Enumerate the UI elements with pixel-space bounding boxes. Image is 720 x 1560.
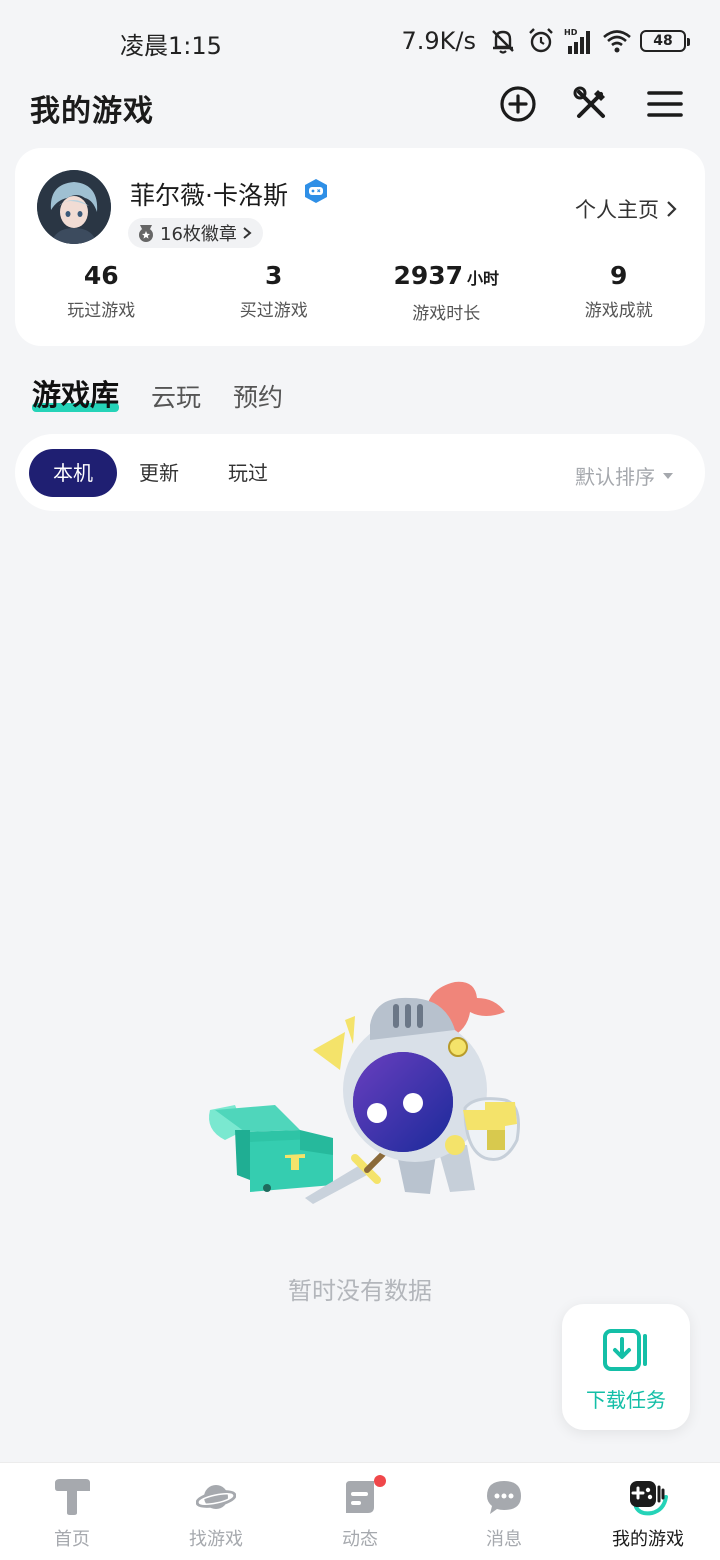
stat-value: 3 (265, 261, 283, 290)
bottom-nav: 首页 找游戏 动态 消息 我的游戏 (0, 1462, 720, 1560)
status-bar: 凌晨1:15 7.9K/s HD 48 (0, 0, 720, 80)
stat-value: 9 (610, 261, 628, 290)
stat-achievements[interactable]: 9 游戏成就 (533, 260, 706, 324)
notification-dot (374, 1475, 386, 1487)
stat-label: 游戏时长 (412, 304, 481, 324)
nav-messages[interactable]: 消息 (432, 1463, 576, 1560)
battery-indicator: 48 (640, 30, 690, 52)
verified-gamer-icon (305, 179, 327, 203)
main-tabs: 游戏库 云玩 预约 (32, 370, 283, 414)
caret-down-icon (663, 472, 673, 479)
medal-count: 16枚徽章 (160, 224, 237, 245)
tab-label: 游戏库 (32, 378, 120, 412)
profile-stats: 46 玩过游戏 3 买过游戏 2937 小时 游戏时长 9 游戏成就 (15, 260, 705, 324)
app-header: 我的游戏 (0, 78, 720, 134)
nav-my-games[interactable]: 我的游戏 (576, 1463, 720, 1560)
download-icon (603, 1329, 647, 1371)
nav-label: 首页 (54, 1529, 90, 1550)
download-task-label: 下载任务 (586, 1388, 666, 1412)
filter-updates[interactable]: 更新 (139, 449, 179, 497)
stat-played-games[interactable]: 46 玩过游戏 (15, 260, 188, 324)
tab-cloud-play[interactable]: 云玩 (151, 378, 201, 414)
avatar-image (37, 170, 111, 244)
nav-label: 动态 (342, 1529, 378, 1550)
filter-local[interactable]: 本机 (29, 449, 117, 497)
add-circle-icon[interactable] (498, 84, 538, 124)
menu-icon[interactable] (645, 84, 685, 124)
nav-label: 消息 (486, 1529, 522, 1550)
chevron-right-icon (667, 201, 677, 217)
empty-state-knight-illustration (209, 981, 520, 1204)
stat-bought-games[interactable]: 3 买过游戏 (188, 260, 361, 324)
tab-label: 云玩 (151, 383, 202, 412)
chevron-right-icon (243, 227, 252, 239)
nav-home[interactable]: 首页 (0, 1463, 144, 1560)
tools-icon[interactable] (571, 84, 611, 124)
svg-text:HD: HD (564, 28, 578, 37)
stat-value: 2937 (393, 261, 464, 290)
homepage-link[interactable]: 个人主页 (575, 194, 679, 224)
tab-label: 预约 (233, 383, 284, 412)
status-time: 凌晨1:15 (120, 32, 222, 60)
signal-icon: HD (564, 28, 590, 54)
stat-label: 买过游戏 (239, 301, 308, 321)
filter-played[interactable]: 玩过 (228, 449, 268, 497)
chat-icon (487, 1481, 521, 1514)
medal-chip[interactable]: 16枚徽章 (128, 218, 263, 248)
wifi-icon (603, 30, 631, 53)
medal-icon (139, 225, 153, 242)
empty-state-text: 暂时没有数据 (288, 1277, 432, 1305)
alarm-icon (529, 28, 553, 53)
page-title: 我的游戏 (30, 94, 154, 129)
status-indicators: 7.9K/s HD 48 (401, 24, 690, 58)
stat-play-time[interactable]: 2937 小时 游戏时长 (360, 260, 533, 324)
stat-label: 玩过游戏 (67, 301, 136, 321)
profile-card[interactable]: 菲尔薇·卡洛斯 16枚徽章 个人主页 46 玩过游戏 3 买过游戏 2937 小… (15, 148, 705, 346)
nav-feed[interactable]: 动态 (288, 1463, 432, 1560)
bell-muted-icon (492, 30, 514, 54)
home-icon (55, 1479, 90, 1515)
username: 菲尔薇·卡洛斯 (130, 181, 288, 210)
filter-bar: 本机 更新 玩过 默认排序 (15, 434, 705, 511)
nav-label: 我的游戏 (612, 1529, 684, 1550)
sort-dropdown[interactable]: 默认排序 (575, 461, 673, 490)
tab-game-library[interactable]: 游戏库 (32, 372, 120, 414)
download-task-button[interactable]: 下载任务 (562, 1304, 690, 1430)
stat-unit: 小时 (467, 269, 500, 288)
planet-icon (196, 1485, 236, 1509)
tab-reservations[interactable]: 预约 (233, 378, 283, 414)
stat-label: 游戏成就 (584, 301, 653, 321)
stat-value: 46 (83, 261, 119, 290)
avatar[interactable] (37, 170, 111, 244)
homepage-label: 个人主页 (575, 198, 659, 222)
nav-label: 找游戏 (189, 1529, 243, 1550)
gamepad-icon (630, 1481, 668, 1516)
network-speed: 7.9K/s (401, 27, 477, 55)
nav-discover[interactable]: 找游戏 (144, 1463, 288, 1560)
sort-label: 默认排序 (575, 465, 655, 489)
